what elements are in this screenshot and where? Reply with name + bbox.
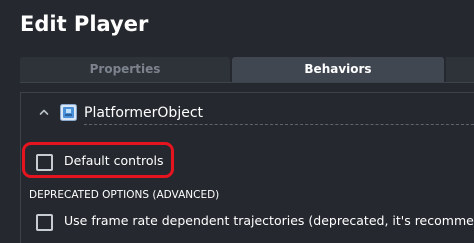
tab-behaviors[interactable]: Behaviors (232, 57, 444, 82)
tab-bar-divider (20, 82, 474, 83)
page-title: Edit Player (20, 12, 149, 36)
tab-bar: Properties Behaviors (20, 57, 474, 83)
highlight-annotation (22, 142, 174, 178)
frame-rate-trajectories-label[interactable]: Use frame rate dependent trajectories (d… (64, 213, 474, 228)
edit-player-dialog: Edit Player Properties Behaviors Platfor… (0, 0, 474, 243)
behavior-name-field[interactable]: PlatformerObject (84, 102, 474, 125)
tab-properties[interactable]: Properties (20, 57, 230, 82)
behavior-name-text: PlatformerObject (84, 105, 204, 121)
frame-rate-trajectories-checkbox[interactable] (36, 214, 53, 231)
chevron-up-icon[interactable] (37, 104, 51, 118)
platformer-behavior-icon (60, 104, 77, 121)
tab-bar-filler (446, 57, 474, 82)
deprecated-options-heading: DEPRECATED OPTIONS (ADVANCED) (29, 189, 220, 201)
